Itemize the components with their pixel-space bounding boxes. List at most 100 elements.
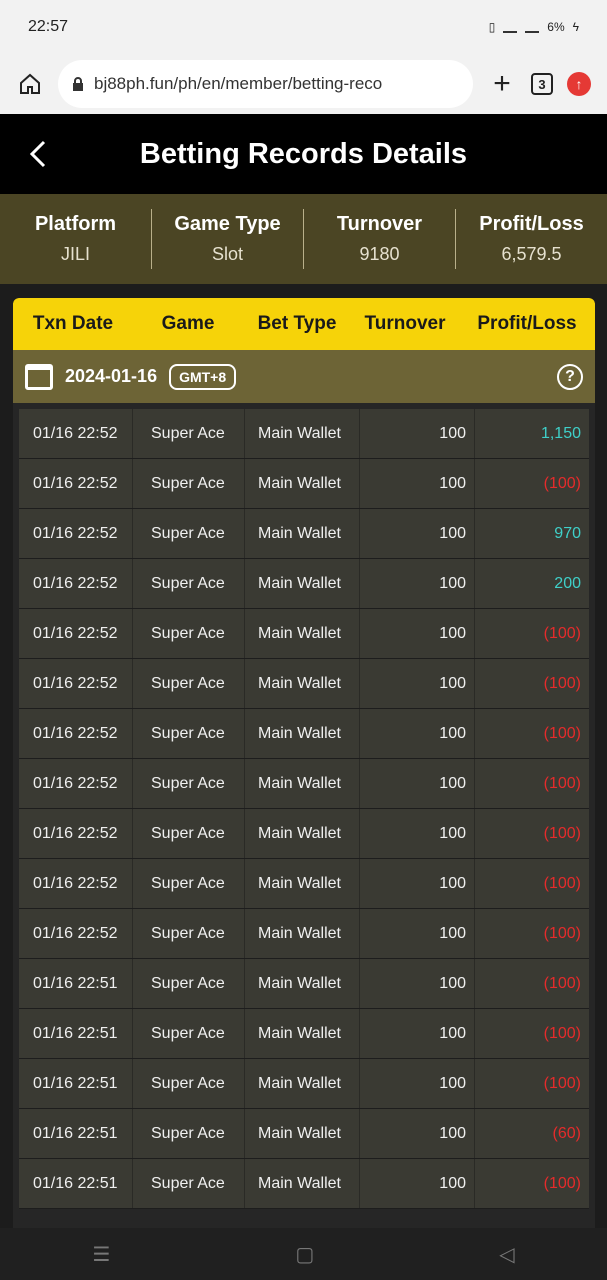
table-row[interactable]: 01/16 22:52 Super Ace Main Wallet 100 (100)	[19, 709, 589, 759]
table-row[interactable]: 01/16 22:52 Super Ace Main Wallet 100 (100)	[19, 659, 589, 709]
recent-apps-icon[interactable]: ☰	[92, 1242, 110, 1267]
cell-profit-loss: (100)	[543, 874, 581, 892]
summary-turnover: Turnover 9180	[304, 209, 456, 269]
cell-profit-loss: (60)	[552, 1124, 581, 1142]
table-row[interactable]: 01/16 22:52 Super Ace Main Wallet 100 (100)	[19, 809, 589, 859]
cell-profit-loss: 200	[554, 574, 581, 592]
cell-txn-date: 01/16 22:52	[19, 409, 133, 458]
summary-profit-loss: Profit/Loss 6,579.5	[456, 209, 607, 269]
table-row[interactable]: 01/16 22:51 Super Ace Main Wallet 100 (100)	[19, 1059, 589, 1109]
table-row[interactable]: 01/16 22:52 Super Ace Main Wallet 100 (100)	[19, 909, 589, 959]
table-row[interactable]: 01/16 22:52 Super Ace Main Wallet 100 1,150	[19, 409, 589, 459]
cell-game: Super Ace	[133, 909, 245, 958]
vibrate-icon: ▯	[488, 20, 496, 34]
table-row[interactable]: 01/16 22:52 Super Ace Main Wallet 100 (100)	[19, 759, 589, 809]
cell-txn-date: 01/16 22:52	[19, 509, 133, 558]
table-row[interactable]: 01/16 22:52 Super Ace Main Wallet 100 970	[19, 509, 589, 559]
cell-game: Super Ace	[133, 959, 245, 1008]
cell-game: Super Ace	[133, 1009, 245, 1058]
update-icon[interactable]: ↑	[567, 72, 591, 96]
url-field[interactable]: bj88ph.fun/ph/en/member/betting-reco	[58, 60, 473, 108]
cell-game: Super Ace	[133, 459, 245, 508]
table-row[interactable]: 01/16 22:52 Super Ace Main Wallet 100 (100)	[19, 859, 589, 909]
page-header: Betting Records Details	[0, 114, 607, 194]
back-nav-icon[interactable]: ◁	[499, 1242, 514, 1267]
cell-profit-loss: (100)	[543, 724, 581, 742]
battery-text: 6%	[547, 20, 565, 34]
date-group-header: 2024-01-16 GMT+8 ?	[13, 350, 595, 403]
cell-txn-date: 01/16 22:52	[19, 559, 133, 608]
cell-profit-loss: 1,150	[540, 424, 581, 442]
cell-txn-date: 01/16 22:52	[19, 809, 133, 858]
table-row[interactable]: 01/16 22:51 Super Ace Main Wallet 100 (100)	[19, 1159, 589, 1209]
cell-game: Super Ace	[133, 859, 245, 908]
cell-turnover: 100	[360, 1059, 475, 1108]
table-row[interactable]: 01/16 22:52 Super Ace Main Wallet 100 (100)	[19, 609, 589, 659]
column-bet-type[interactable]: Bet Type	[243, 313, 351, 335]
cell-bet-type: Main Wallet	[245, 509, 360, 558]
cell-profit-loss: (100)	[543, 1074, 581, 1092]
cell-turnover: 100	[360, 809, 475, 858]
system-nav-bar: ☰ ▢ ◁	[0, 1228, 607, 1280]
column-game[interactable]: Game	[133, 313, 243, 335]
page-title: Betting Records Details	[139, 137, 468, 170]
table-row[interactable]: 01/16 22:51 Super Ace Main Wallet 100 (100)	[19, 959, 589, 1009]
cell-turnover: 100	[360, 659, 475, 708]
cell-txn-date: 01/16 22:52	[19, 909, 133, 958]
new-tab-button[interactable]: +	[487, 69, 517, 99]
cell-profit-loss: (100)	[543, 674, 581, 692]
cell-profit-loss: (100)	[543, 824, 581, 842]
cell-turnover: 100	[360, 709, 475, 758]
cell-profit-loss: (100)	[543, 1174, 581, 1192]
status-bar: 22:57 ▯ 6% ϟ	[0, 0, 607, 54]
cell-txn-date: 01/16 22:51	[19, 1059, 133, 1108]
cell-bet-type: Main Wallet	[245, 1159, 360, 1208]
home-icon[interactable]	[16, 70, 44, 98]
cell-turnover: 100	[360, 909, 475, 958]
cell-game: Super Ace	[133, 509, 245, 558]
cell-turnover: 100	[360, 859, 475, 908]
cell-txn-date: 01/16 22:51	[19, 1009, 133, 1058]
cell-turnover: 100	[360, 559, 475, 608]
cell-profit-loss: (100)	[543, 774, 581, 792]
cell-turnover: 100	[360, 509, 475, 558]
cell-profit-loss: (100)	[543, 974, 581, 992]
column-turnover[interactable]: Turnover	[351, 313, 459, 335]
cell-turnover: 100	[360, 459, 475, 508]
column-profit-loss[interactable]: Profit/Loss	[459, 313, 595, 335]
cell-game: Super Ace	[133, 659, 245, 708]
tab-switcher-button[interactable]: 3	[531, 73, 553, 95]
table-row[interactable]: 01/16 22:51 Super Ace Main Wallet 100 (100)	[19, 1009, 589, 1059]
column-txn-date[interactable]: Txn Date	[13, 313, 133, 335]
home-nav-icon[interactable]: ▢	[295, 1242, 314, 1267]
cell-bet-type: Main Wallet	[245, 459, 360, 508]
cell-turnover: 100	[360, 1109, 475, 1158]
cell-bet-type: Main Wallet	[245, 709, 360, 758]
group-date: 2024-01-16	[65, 366, 158, 386]
summary-label: Profit/Loss	[479, 213, 584, 235]
records-panel: Txn Date Game Bet Type Turnover Profit/L…	[13, 298, 595, 1228]
back-button[interactable]	[20, 134, 56, 174]
charging-icon: ϟ	[572, 20, 579, 34]
cell-txn-date: 01/16 22:52	[19, 759, 133, 808]
cell-profit-loss: (100)	[543, 924, 581, 942]
cell-bet-type: Main Wallet	[245, 409, 360, 458]
summary-label: Game Type	[174, 213, 281, 235]
summary-label: Turnover	[336, 213, 423, 235]
cell-turnover: 100	[360, 409, 475, 458]
cell-game: Super Ace	[133, 759, 245, 808]
cell-profit-loss: (100)	[543, 624, 581, 642]
table-row[interactable]: 01/16 22:52 Super Ace Main Wallet 100 200	[19, 559, 589, 609]
summary-value: 9180	[359, 244, 400, 264]
summary-value: 6,579.5	[501, 244, 562, 264]
cell-bet-type: Main Wallet	[245, 809, 360, 858]
cell-bet-type: Main Wallet	[245, 959, 360, 1008]
cell-bet-type: Main Wallet	[245, 659, 360, 708]
help-icon[interactable]: ?	[557, 363, 583, 390]
cell-profit-loss: (100)	[543, 1024, 581, 1042]
table-row[interactable]: 01/16 22:51 Super Ace Main Wallet 100 (60)	[19, 1109, 589, 1159]
signal-icon	[503, 21, 518, 33]
cell-txn-date: 01/16 22:52	[19, 859, 133, 908]
table-row[interactable]: 01/16 22:52 Super Ace Main Wallet 100 (100)	[19, 459, 589, 509]
summary-game-type: Game Type Slot	[152, 209, 304, 269]
